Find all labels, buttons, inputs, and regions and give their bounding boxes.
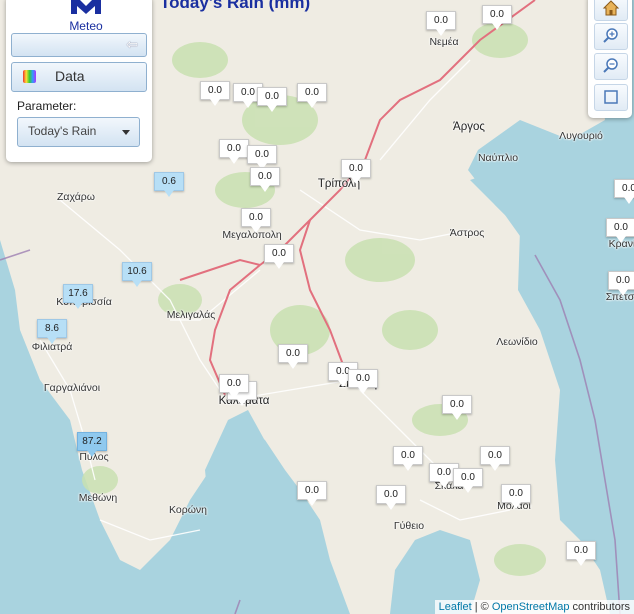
home-icon xyxy=(602,0,620,16)
place-label: Άργος xyxy=(453,121,485,133)
place-label: Νεμέα xyxy=(429,36,459,48)
rain-marker[interactable]: 87.2 xyxy=(77,432,107,457)
place-label: Μεθώνη xyxy=(78,492,118,504)
meteo-logo: Meteo xyxy=(61,0,111,33)
rain-marker[interactable]: 0.0 xyxy=(264,244,294,269)
rain-marker[interactable]: 0.0 xyxy=(297,481,327,506)
rain-marker[interactable]: 17.6 xyxy=(63,284,93,309)
fullscreen-button[interactable] xyxy=(594,84,628,111)
place-label: Λεωνίδιο xyxy=(496,336,538,348)
rain-marker[interactable]: 0.0 xyxy=(200,81,230,106)
map-toolbar xyxy=(588,0,632,118)
rain-marker[interactable]: 0.0 xyxy=(250,167,280,192)
meteo-logo-icon xyxy=(71,0,101,14)
rain-marker[interactable]: 0.0 xyxy=(393,446,423,471)
osm-link[interactable]: OpenStreetMap xyxy=(492,601,570,613)
control-panel: Meteo ⇦ Data Parameter: Today's Rain xyxy=(6,0,152,162)
rain-marker[interactable]: 0.0 xyxy=(297,83,327,108)
rain-marker[interactable]: 0.0 xyxy=(482,5,512,30)
rain-marker[interactable]: 0.0 xyxy=(341,159,371,184)
fullscreen-icon xyxy=(604,90,618,104)
place-label: Μελιγαλάς xyxy=(166,309,216,321)
place-label: Κορώνη xyxy=(169,504,207,516)
rain-marker[interactable]: 0.0 xyxy=(426,11,456,36)
parameter-label: Parameter: xyxy=(17,99,77,113)
rain-marker[interactable]: 0.6 xyxy=(154,172,184,197)
place-label: Γύθειο xyxy=(393,520,425,532)
rain-marker[interactable]: 0.0 xyxy=(606,218,634,243)
data-button[interactable]: Data xyxy=(11,62,147,92)
rain-marker[interactable]: 0.0 xyxy=(376,485,406,510)
rain-marker[interactable]: 0.0 xyxy=(241,208,271,233)
rain-marker[interactable]: 0.0 xyxy=(608,271,634,296)
back-button[interactable]: ⇦ xyxy=(11,33,147,57)
rain-marker[interactable]: 0.0 xyxy=(247,145,277,170)
map-title: Today's Rain (mm) xyxy=(160,0,311,12)
home-button[interactable] xyxy=(594,0,628,21)
rain-marker[interactable]: 0.0 xyxy=(566,541,596,566)
arrow-left-icon: ⇦ xyxy=(126,36,138,52)
rain-marker[interactable]: 8.6 xyxy=(37,319,67,344)
parameter-select[interactable]: Today's Rain xyxy=(17,117,140,147)
rain-marker[interactable]: 10.6 xyxy=(122,262,152,287)
rain-marker[interactable]: 0.0 xyxy=(219,139,249,164)
place-label: Γαργαλιάνοι xyxy=(43,382,101,394)
rain-marker[interactable]: 0.0 xyxy=(614,179,634,204)
rain-marker[interactable]: 0.0 xyxy=(219,374,249,399)
rain-marker[interactable]: 0.0 xyxy=(453,468,483,493)
place-label: Ναύπλιο xyxy=(477,152,519,164)
rain-marker[interactable]: 0.0 xyxy=(480,446,510,471)
place-label: Λυγουριό xyxy=(559,130,603,142)
place-label: Ζαχάρω xyxy=(57,191,95,203)
attribution-suffix: contributors xyxy=(569,601,630,613)
data-button-label: Data xyxy=(55,68,85,84)
zoom-in-button[interactable] xyxy=(594,23,628,50)
zoom-out-icon xyxy=(603,58,618,73)
map-attribution: Leaflet | © OpenStreetMap contributors xyxy=(434,600,634,614)
logo-text: Meteo xyxy=(69,19,103,33)
rain-marker[interactable]: 0.0 xyxy=(348,369,378,394)
leaflet-link[interactable]: Leaflet xyxy=(439,601,472,613)
chevron-down-icon xyxy=(122,130,130,135)
zoom-out-button[interactable] xyxy=(594,53,628,80)
rain-marker[interactable]: 0.0 xyxy=(442,395,472,420)
place-label: Άστρος xyxy=(449,227,485,239)
attribution-separator: | © xyxy=(471,601,492,613)
rain-marker[interactable]: 0.0 xyxy=(257,87,287,112)
parameter-select-value: Today's Rain xyxy=(28,124,97,138)
zoom-in-icon xyxy=(603,28,618,43)
palette-icon xyxy=(23,70,36,83)
rain-marker[interactable]: 0.0 xyxy=(501,484,531,509)
rain-marker[interactable]: 0.0 xyxy=(278,344,308,369)
